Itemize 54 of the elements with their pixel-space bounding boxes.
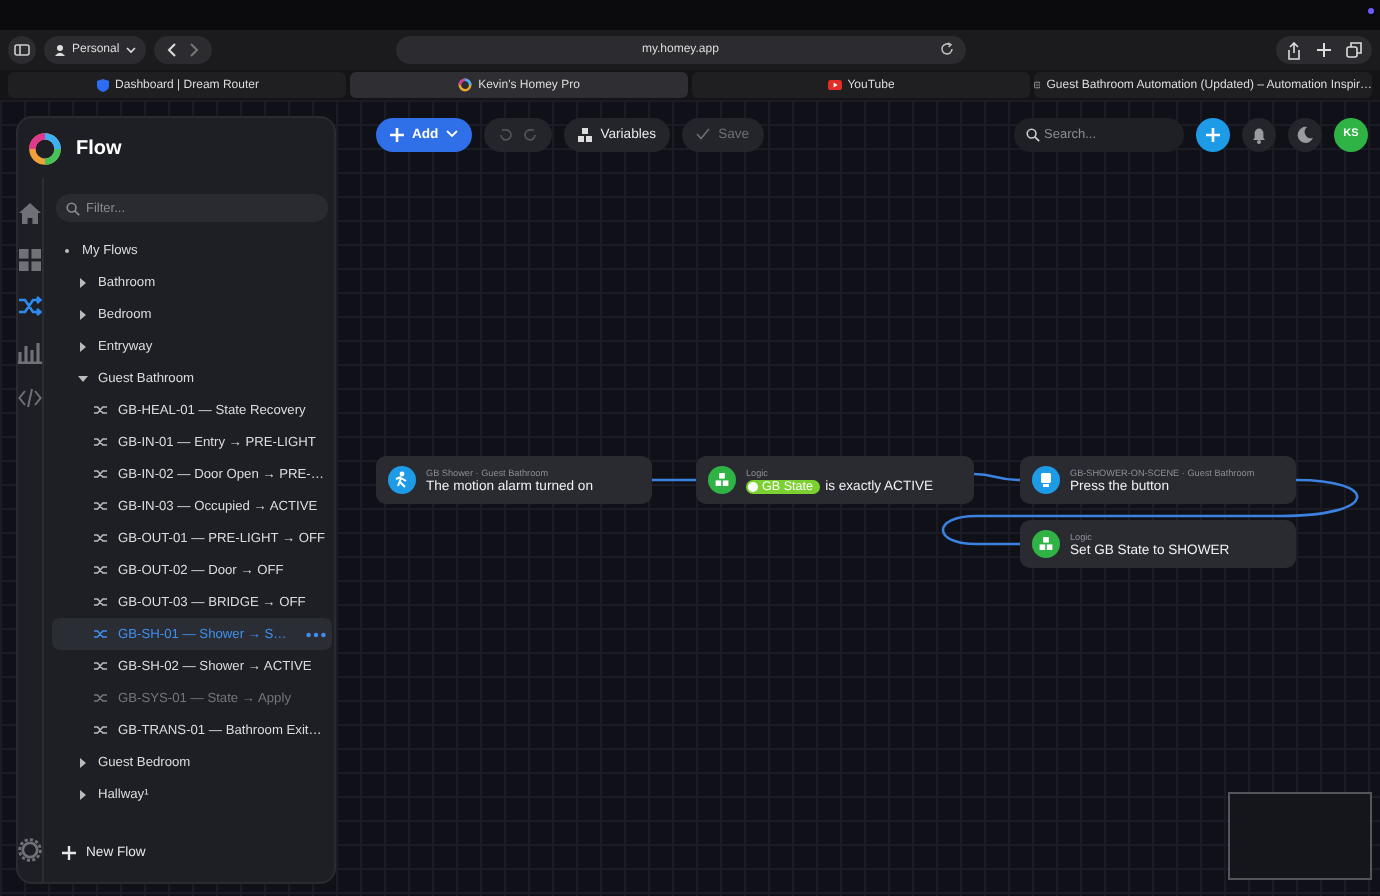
shuffle-icon: [94, 436, 108, 448]
shuffle-icon: [94, 564, 108, 576]
shuffle-icon: [94, 596, 108, 608]
blocks-icon: [578, 127, 593, 141]
more-icon[interactable]: [305, 631, 326, 637]
shuffle-icon: [94, 532, 108, 544]
person-icon: [54, 44, 66, 56]
plus-icon: [62, 846, 76, 860]
app-title: Flow: [76, 137, 122, 159]
search-icon: [66, 201, 80, 215]
minimap-drawing[interactable]: [1228, 792, 1372, 880]
caret-icon[interactable]: [62, 245, 72, 255]
shuffle-icon: [94, 724, 108, 736]
add-round-button[interactable]: [1196, 117, 1230, 151]
code-icon[interactable]: [18, 386, 42, 410]
favicon-icon: [827, 78, 842, 92]
shuffle-icon: [94, 468, 108, 480]
favicon-icon: [95, 78, 110, 92]
caret-icon[interactable]: [78, 373, 88, 383]
connector-line: [652, 478, 696, 482]
caret-icon[interactable]: [78, 309, 88, 319]
shuffle-icon: [94, 692, 108, 704]
shuffle-icon: [94, 500, 108, 512]
logo-ring-icon: [28, 131, 62, 165]
back-icon[interactable]: [163, 42, 180, 58]
shuffle-icon: [94, 660, 108, 672]
moon-icon[interactable]: [1288, 117, 1322, 151]
check-icon: [696, 128, 711, 140]
caret-icon[interactable]: [78, 341, 88, 351]
shuffle-icon: [94, 404, 108, 416]
home-icon[interactable]: [18, 202, 42, 226]
variable-icon: [748, 481, 758, 491]
search-icon: [1026, 127, 1040, 141]
sidebar-toggle-icon[interactable]: [8, 36, 36, 64]
reload-icon[interactable]: [939, 42, 954, 56]
plus-icon: [1206, 127, 1220, 141]
plus-icon: [390, 127, 404, 141]
new-tab-icon[interactable]: [1316, 42, 1332, 58]
chevron-icon: [125, 46, 136, 54]
chevron-icon: [446, 130, 459, 138]
settings-icon[interactable]: [18, 838, 42, 862]
caret-icon[interactable]: [78, 277, 88, 287]
tab-overview-icon[interactable]: [1346, 42, 1362, 58]
caret-icon[interactable]: [78, 789, 88, 799]
shuffle-icon: [94, 628, 108, 640]
caret-icon[interactable]: [78, 757, 88, 767]
status-dot-icon: [1368, 8, 1374, 14]
notification-bell-icon[interactable]: [1242, 117, 1276, 151]
favicon-icon: [458, 78, 473, 92]
favicon-icon: [1034, 78, 1041, 92]
shuffle-icon[interactable]: [18, 294, 42, 318]
bar-chart-icon[interactable]: [18, 340, 42, 364]
share-icon[interactable]: [1286, 41, 1302, 59]
grid-icon[interactable]: [18, 248, 42, 272]
